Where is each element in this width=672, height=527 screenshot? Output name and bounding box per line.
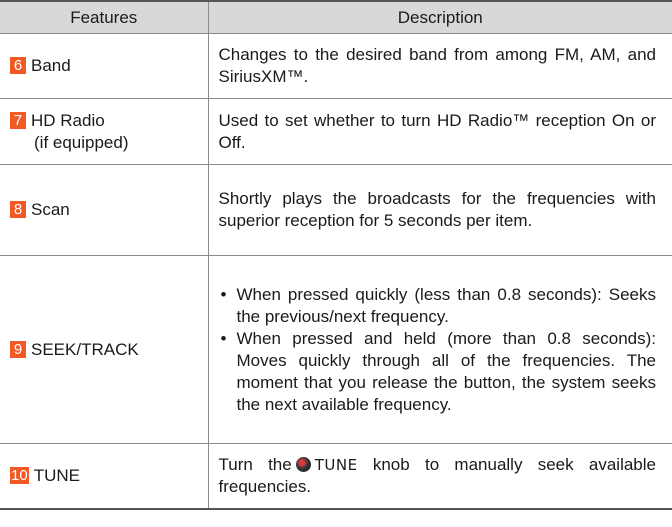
feature-cell: 10 TUNE bbox=[0, 443, 209, 510]
header-features: Features bbox=[0, 0, 209, 34]
bullet-item: When pressed and held (more than 0.8 sec… bbox=[219, 328, 656, 416]
description-cell: Turn the TUNE knob to manually seek avail… bbox=[207, 443, 672, 510]
table-row: 9 SEEK/TRACK When pressed quickly (less t… bbox=[0, 255, 672, 444]
features-table: Features Description 6 Band Changes to th… bbox=[0, 0, 672, 510]
tune-knob-label: TUNE bbox=[314, 455, 358, 474]
feature-label: Band bbox=[31, 56, 71, 75]
tune-knob-icon bbox=[295, 456, 311, 472]
header-description: Description bbox=[207, 0, 672, 34]
bullet-list: When pressed quickly (less than 0.8 seco… bbox=[219, 284, 656, 416]
feature-label: HD Radio bbox=[31, 110, 105, 130]
item-number-badge: 10 bbox=[10, 466, 29, 484]
item-number-badge: 8 bbox=[10, 201, 26, 218]
feature-sublabel: (if equipped) bbox=[34, 132, 129, 152]
table-row: 7 HD Radio (if equipped) Used to set whet… bbox=[0, 98, 672, 165]
feature-label: Scan bbox=[31, 200, 70, 219]
description-cell: Changes to the desired band from among F… bbox=[207, 33, 672, 99]
feature-cell: 6 Band bbox=[0, 33, 209, 99]
table-row: 6 Band Changes to the desired band from a… bbox=[0, 33, 672, 99]
desc-text-pre: Turn the bbox=[218, 454, 292, 474]
item-number-badge: 9 bbox=[10, 340, 26, 358]
description-cell: Used to set whether to turn HD Radio™ re… bbox=[207, 98, 672, 165]
feature-cell: 9 SEEK/TRACK bbox=[0, 255, 209, 444]
feature-cell: 7 HD Radio (if equipped) bbox=[0, 98, 209, 165]
table-row: 8 Scan Shortly plays the broadcasts for t… bbox=[0, 164, 672, 256]
table-row: 10 TUNE Turn the TUNE knob to manually see… bbox=[0, 443, 672, 510]
description-cell: Shortly plays the broadcasts for the fre… bbox=[207, 164, 672, 256]
feature-label: TUNE bbox=[33, 465, 80, 485]
item-number-badge: 6 bbox=[10, 57, 26, 74]
bullet-item: When pressed quickly (less than 0.8 seco… bbox=[219, 284, 656, 328]
description-cell: When pressed quickly (less than 0.8 seco… bbox=[207, 255, 672, 444]
header-row: Features Description bbox=[0, 0, 672, 34]
feature-cell: 8 Scan bbox=[0, 164, 209, 256]
feature-label: SEEK/TRACK bbox=[31, 339, 139, 359]
item-number-badge: 7 bbox=[10, 111, 26, 129]
